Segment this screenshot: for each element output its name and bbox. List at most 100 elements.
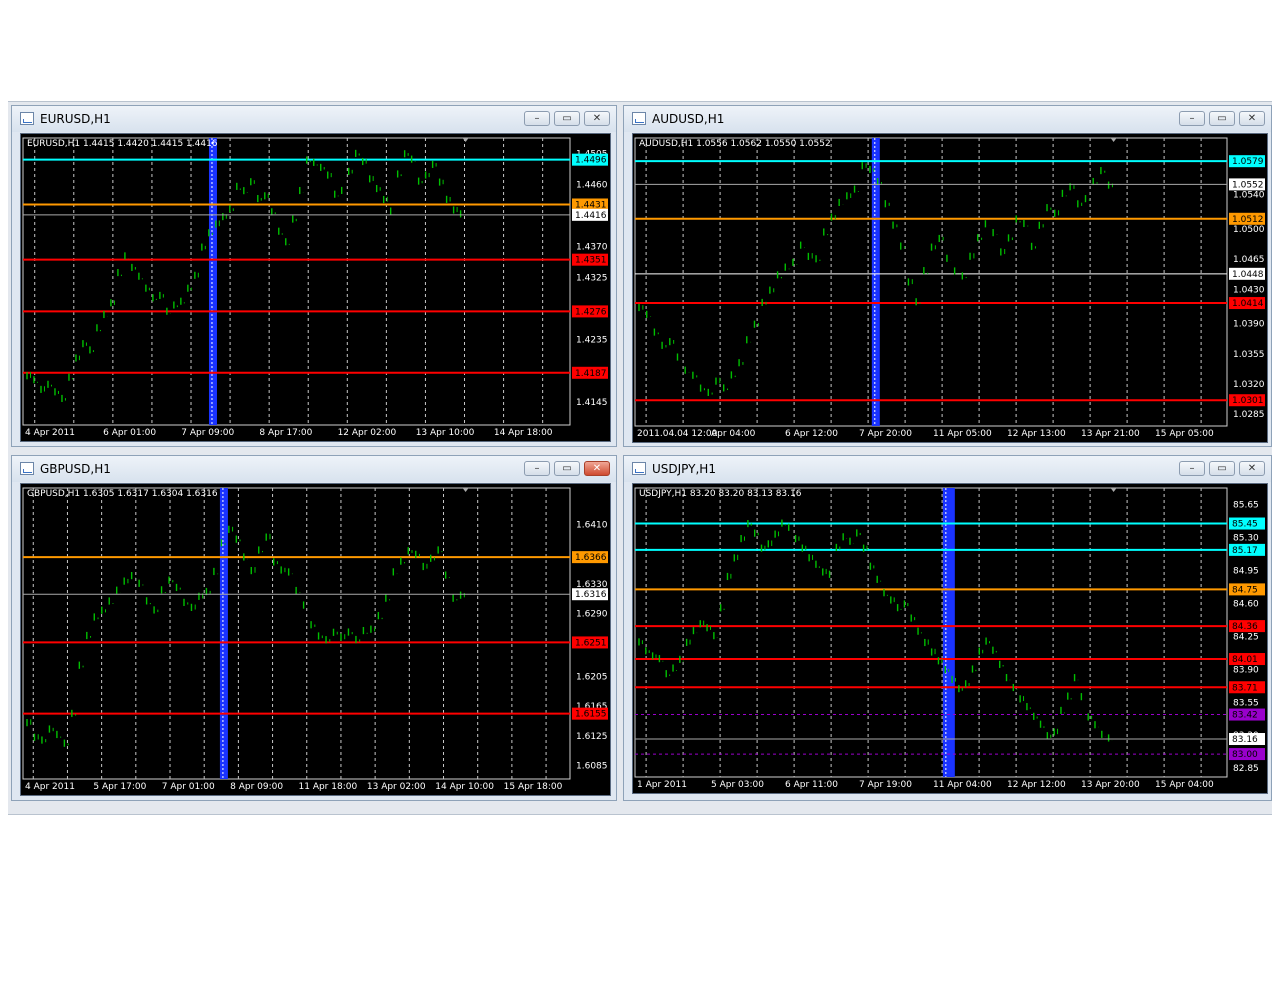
window-titlebar[interactable]: AUDUSD,H1 – ▭ ✕: [624, 106, 1271, 132]
window-title: USDJPY,H1: [652, 462, 716, 476]
level-label: 1.4496: [575, 156, 607, 166]
x-tick-label: 12 Apr 12:00: [1007, 780, 1066, 790]
level-label: 1.0301: [1232, 396, 1264, 406]
current-price-label: 1.0552: [1232, 180, 1264, 190]
close-button[interactable]: ✕: [584, 461, 610, 476]
window-title: GBPUSD,H1: [40, 462, 111, 476]
x-tick-label: 15 Apr 04:00: [1155, 780, 1214, 790]
price-chart-svg[interactable]: 4 Apr 2011 6 Apr 01:00 7 Apr 09:00 8 Apr 17…: [21, 134, 610, 441]
x-tick-label: 14 Apr 10:00: [435, 782, 494, 792]
level-label: 1.4187: [575, 369, 607, 379]
chart-window-eurusd[interactable]: EURUSD,H1 – ▭ ✕ 4 Apr 2011 6 Apr 01:00 7 A…: [11, 105, 617, 447]
restore-button[interactable]: ▭: [554, 111, 580, 126]
x-tick-label: 12 Apr 02:00: [338, 428, 397, 438]
window-titlebar[interactable]: EURUSD,H1 – ▭ ✕: [12, 106, 616, 132]
x-tick-label: 7 Apr 19:00: [859, 780, 912, 790]
chart-window-gbpusd[interactable]: GBPUSD,H1 – ▭ ✕ 4 Apr 2011 5 Apr 17:00 7 A…: [11, 455, 617, 801]
y-tick-label: 1.0500: [1233, 225, 1265, 235]
x-tick-label: Apr 04:00: [711, 429, 756, 439]
chart-info-label: AUDUSD,H1 1.0556 1.0562 1.0550 1.0552: [639, 139, 831, 149]
x-tick-label: 15 Apr 05:00: [1155, 429, 1214, 439]
y-tick-label: 1.0540: [1233, 191, 1265, 201]
level-label: 1.6251: [575, 638, 607, 648]
close-button[interactable]: ✕: [1239, 111, 1265, 126]
period-highlight: [219, 488, 228, 779]
x-tick-label: 5 Apr 03:00: [711, 780, 764, 790]
restore-button[interactable]: ▭: [1209, 461, 1235, 476]
x-tick-label: 13 Apr 20:00: [1081, 780, 1140, 790]
chart-window-icon: [20, 462, 34, 475]
level-label: 1.4276: [575, 307, 607, 317]
y-tick-label: 84.60: [1233, 600, 1259, 610]
chart-canvas[interactable]: 4 Apr 2011 5 Apr 17:00 7 Apr 01:00 8 Apr 09…: [20, 483, 611, 796]
y-tick-label: 1.0465: [1233, 255, 1265, 265]
chart-window-icon: [20, 112, 34, 125]
x-tick-label: 4 Apr 2011: [25, 782, 75, 792]
level-label: 83.42: [1232, 711, 1258, 721]
x-tick-label: 6 Apr 12:00: [785, 429, 838, 439]
y-tick-label: 83.55: [1233, 698, 1259, 708]
minimize-button[interactable]: –: [1179, 111, 1205, 126]
level-label: 85.45: [1232, 520, 1258, 530]
y-tick-label: 1.6410: [576, 520, 608, 530]
x-tick-label: 14 Apr 18:00: [494, 428, 553, 438]
y-tick-label: 1.0320: [1233, 380, 1265, 390]
x-tick-label: 13 Apr 02:00: [367, 782, 426, 792]
chart-canvas[interactable]: 4 Apr 2011 6 Apr 01:00 7 Apr 09:00 8 Apr 17…: [20, 133, 611, 442]
x-tick-label: 11 Apr 05:00: [933, 429, 992, 439]
chart-window-usdjpy[interactable]: USDJPY,H1 – ▭ ✕ 1 Apr 2011 5 Apr 03:00 6 A…: [623, 455, 1272, 801]
x-tick-label: 4 Apr 2011: [25, 428, 75, 438]
close-button[interactable]: ✕: [1239, 461, 1265, 476]
close-button[interactable]: ✕: [584, 111, 610, 126]
chart-window-icon: [632, 112, 646, 125]
minimize-button[interactable]: –: [524, 461, 550, 476]
level-label: 84.75: [1232, 585, 1258, 595]
chart-window-icon: [632, 462, 646, 475]
window-titlebar[interactable]: USDJPY,H1 – ▭ ✕: [624, 456, 1271, 482]
level-label: 1.6366: [575, 553, 607, 563]
y-tick-label: 1.4235: [576, 336, 608, 346]
price-chart-svg[interactable]: 4 Apr 2011 5 Apr 17:00 7 Apr 01:00 8 Apr 09…: [21, 484, 610, 795]
minimize-button[interactable]: –: [1179, 461, 1205, 476]
x-tick-label: 6 Apr 01:00: [103, 428, 156, 438]
current-price-label: 1.4416: [575, 211, 607, 221]
chart-canvas[interactable]: 1 Apr 2011 5 Apr 03:00 6 Apr 11:00 7 Apr 19…: [632, 483, 1268, 794]
restore-button[interactable]: ▭: [554, 461, 580, 476]
shift-marker: [1110, 488, 1117, 492]
price-chart-svg[interactable]: 1 Apr 2011 5 Apr 03:00 6 Apr 11:00 7 Apr 19…: [633, 484, 1267, 793]
period-highlight: [208, 138, 217, 425]
level-label: 84.36: [1232, 622, 1258, 632]
plot-frame: [634, 487, 1228, 778]
price-chart-svg[interactable]: 2011.04.04 12:00Apr 04:00 6 Apr 12:00 7 Ap…: [633, 134, 1267, 442]
chart-info-label: USDJPY,H1 83.20 83.20 83.13 83.16: [639, 489, 802, 499]
chart-info-label: EURUSD,H1 1.4415 1.4420 1.4415 1.4416: [27, 139, 218, 149]
window-title: AUDUSD,H1: [652, 112, 725, 126]
y-tick-label: 1.0355: [1233, 350, 1265, 360]
x-tick-label: 7 Apr 20:00: [859, 429, 912, 439]
x-tick-label: 1 Apr 2011: [637, 780, 687, 790]
x-tick-label: 8 Apr 17:00: [259, 428, 312, 438]
y-tick-label: 1.6205: [576, 673, 608, 683]
x-tick-label: 7 Apr 09:00: [181, 428, 234, 438]
y-tick-label: 84.95: [1233, 567, 1259, 577]
x-tick-label: 12 Apr 13:00: [1007, 429, 1066, 439]
level-label: 1.0448: [1232, 270, 1264, 280]
window-title: EURUSD,H1: [40, 112, 111, 126]
plot-frame: [634, 137, 1228, 427]
restore-button[interactable]: ▭: [1209, 111, 1235, 126]
current-price-label: 1.6316: [575, 590, 607, 600]
chart-canvas[interactable]: 2011.04.04 12:00 Apr 04:00 6 Apr 12:00 7 Ap…: [632, 133, 1268, 443]
shift-marker: [462, 138, 469, 142]
y-tick-label: 1.4325: [576, 274, 608, 284]
y-tick-label: 84.25: [1233, 632, 1259, 642]
window-titlebar[interactable]: GBPUSD,H1 – ▭ ✕: [12, 456, 616, 482]
level-label: 1.4351: [575, 256, 607, 266]
period-highlight: [942, 488, 955, 777]
y-tick-label: 85.65: [1233, 501, 1259, 511]
y-tick-label: 1.0430: [1233, 285, 1265, 295]
y-tick-label: 1.6125: [576, 732, 608, 742]
terminal-workspace: EURUSD,H1 – ▭ ✕ 4 Apr 2011 6 Apr 01:00 7 A…: [8, 101, 1272, 815]
minimize-button[interactable]: –: [524, 111, 550, 126]
x-tick-label: 5 Apr 17:00: [93, 782, 146, 792]
chart-window-audusd[interactable]: AUDUSD,H1 – ▭ ✕ 2011.04.04 12:00 Apr 04:0…: [623, 105, 1272, 447]
